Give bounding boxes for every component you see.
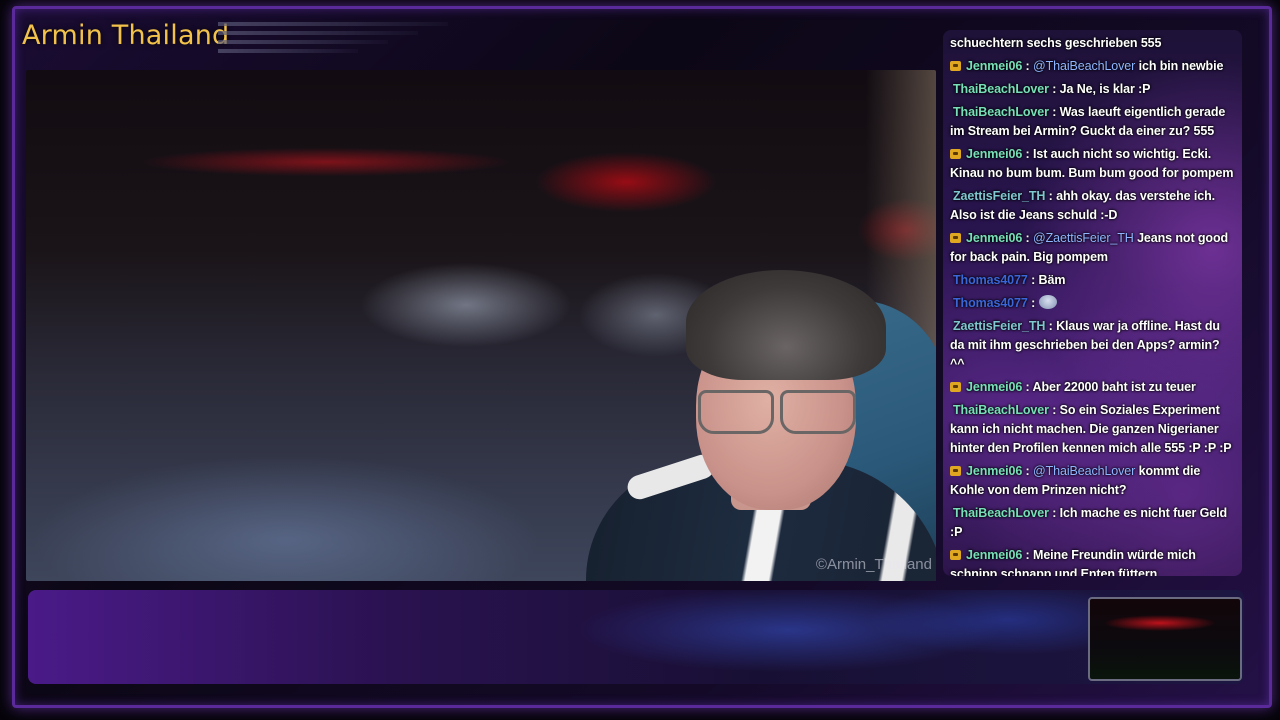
chat-username[interactable]: ThaiBeachLover [953,105,1049,119]
chat-message: Jenmei06 : Meine Freundin würde mich sch… [950,546,1236,576]
chat-message: ThaiBeachLover : Was laeuft eigentlich g… [950,105,1226,138]
chat-message: Thomas4077 : [950,294,1236,313]
chat-username[interactable]: Thomas4077 [953,296,1028,310]
chat-message: Jenmei06 : Aber 22000 baht ist zu teuer [950,378,1236,397]
title-decoration [218,22,448,58]
crown-badge-icon [950,61,961,71]
chat-message: Jenmei06 : Ist auch nicht so wichtig. Ec… [950,147,1234,180]
chat-username[interactable]: Jenmei06 [966,59,1022,73]
chat-text: Bäm [1038,273,1066,287]
crown-badge-icon [950,149,961,159]
chat-message: Jenmei06 : @ZaettisFeier_TH Jeans not go… [950,231,1229,264]
stream-title: Armin Thailand [22,20,230,51]
chat-message: ZaettisFeier_TH : ahh okay. das verstehe… [950,189,1216,222]
chat-mention[interactable]: @ThaiBeachLover [1033,59,1135,73]
chat-username[interactable]: ZaettisFeier_TH [953,319,1045,333]
crown-badge-icon [950,466,961,476]
chat-panel: schuechtern sechs geschrieben 555 Jenmei0… [943,30,1242,576]
chat-text: Aber 22000 baht ist zu teuer [1032,380,1196,394]
glasses [698,390,878,436]
chat-username[interactable]: Jenmei06 [966,548,1022,562]
chat-message: Jenmei06 : @ThaiBeachLover kommt die Koh… [950,464,1201,497]
chat-message: ThaiBeachLover : Ich mache es nicht fuer… [950,506,1228,539]
chat-message: Jenmei06 : @ThaiBeachLover ich bin newbi… [950,57,1236,76]
bottom-banner [28,590,1244,684]
chat-message: Thomas4077 : Bäm [953,273,1066,287]
chat-text: schuechtern sechs geschrieben 555 [950,36,1162,50]
chat-username[interactable]: ThaiBeachLover [953,403,1049,417]
chat-text: Ja Ne, is klar :P [1059,82,1151,96]
chat-message-list: schuechtern sechs geschrieben 555 Jenmei0… [950,34,1236,576]
title-bar: Armin Thailand [18,14,458,64]
chat-username[interactable]: Jenmei06 [966,380,1022,394]
chat-username[interactable]: ZaettisFeier_TH [953,189,1045,203]
chat-mention[interactable]: @ZaettisFeier_TH [1033,231,1134,245]
chat-text: ich bin newbie [1138,59,1224,73]
chat-username[interactable]: ThaiBeachLover [953,506,1049,520]
secondary-camera-preview [1088,597,1242,681]
chat-message: ThaiBeachLover : Ja Ne, is klar :P [953,82,1151,96]
chat-mention[interactable]: @ThaiBeachLover [1033,464,1135,478]
crown-badge-icon [950,233,961,243]
chat-username[interactable]: Thomas4077 [953,273,1028,287]
chat-username[interactable]: Jenmei06 [966,147,1022,161]
chat-message: schuechtern sechs geschrieben 555 [950,34,1236,53]
video-watermark: ©Armin_Thailand [815,556,932,573]
chat-username[interactable]: Jenmei06 [966,464,1022,478]
chat-emote-icon [1038,295,1057,309]
chat-username[interactable]: Jenmei06 [966,231,1022,245]
crown-badge-icon [950,550,961,560]
chat-message: ThaiBeachLover : So ein Soziales Experim… [950,403,1232,455]
webcam-video: ©Armin_Thailand [26,70,936,581]
crown-badge-icon [950,382,961,392]
chat-message: ZaettisFeier_TH : Klaus war ja offline. … [950,319,1220,371]
chat-username[interactable]: ThaiBeachLover [953,82,1049,96]
